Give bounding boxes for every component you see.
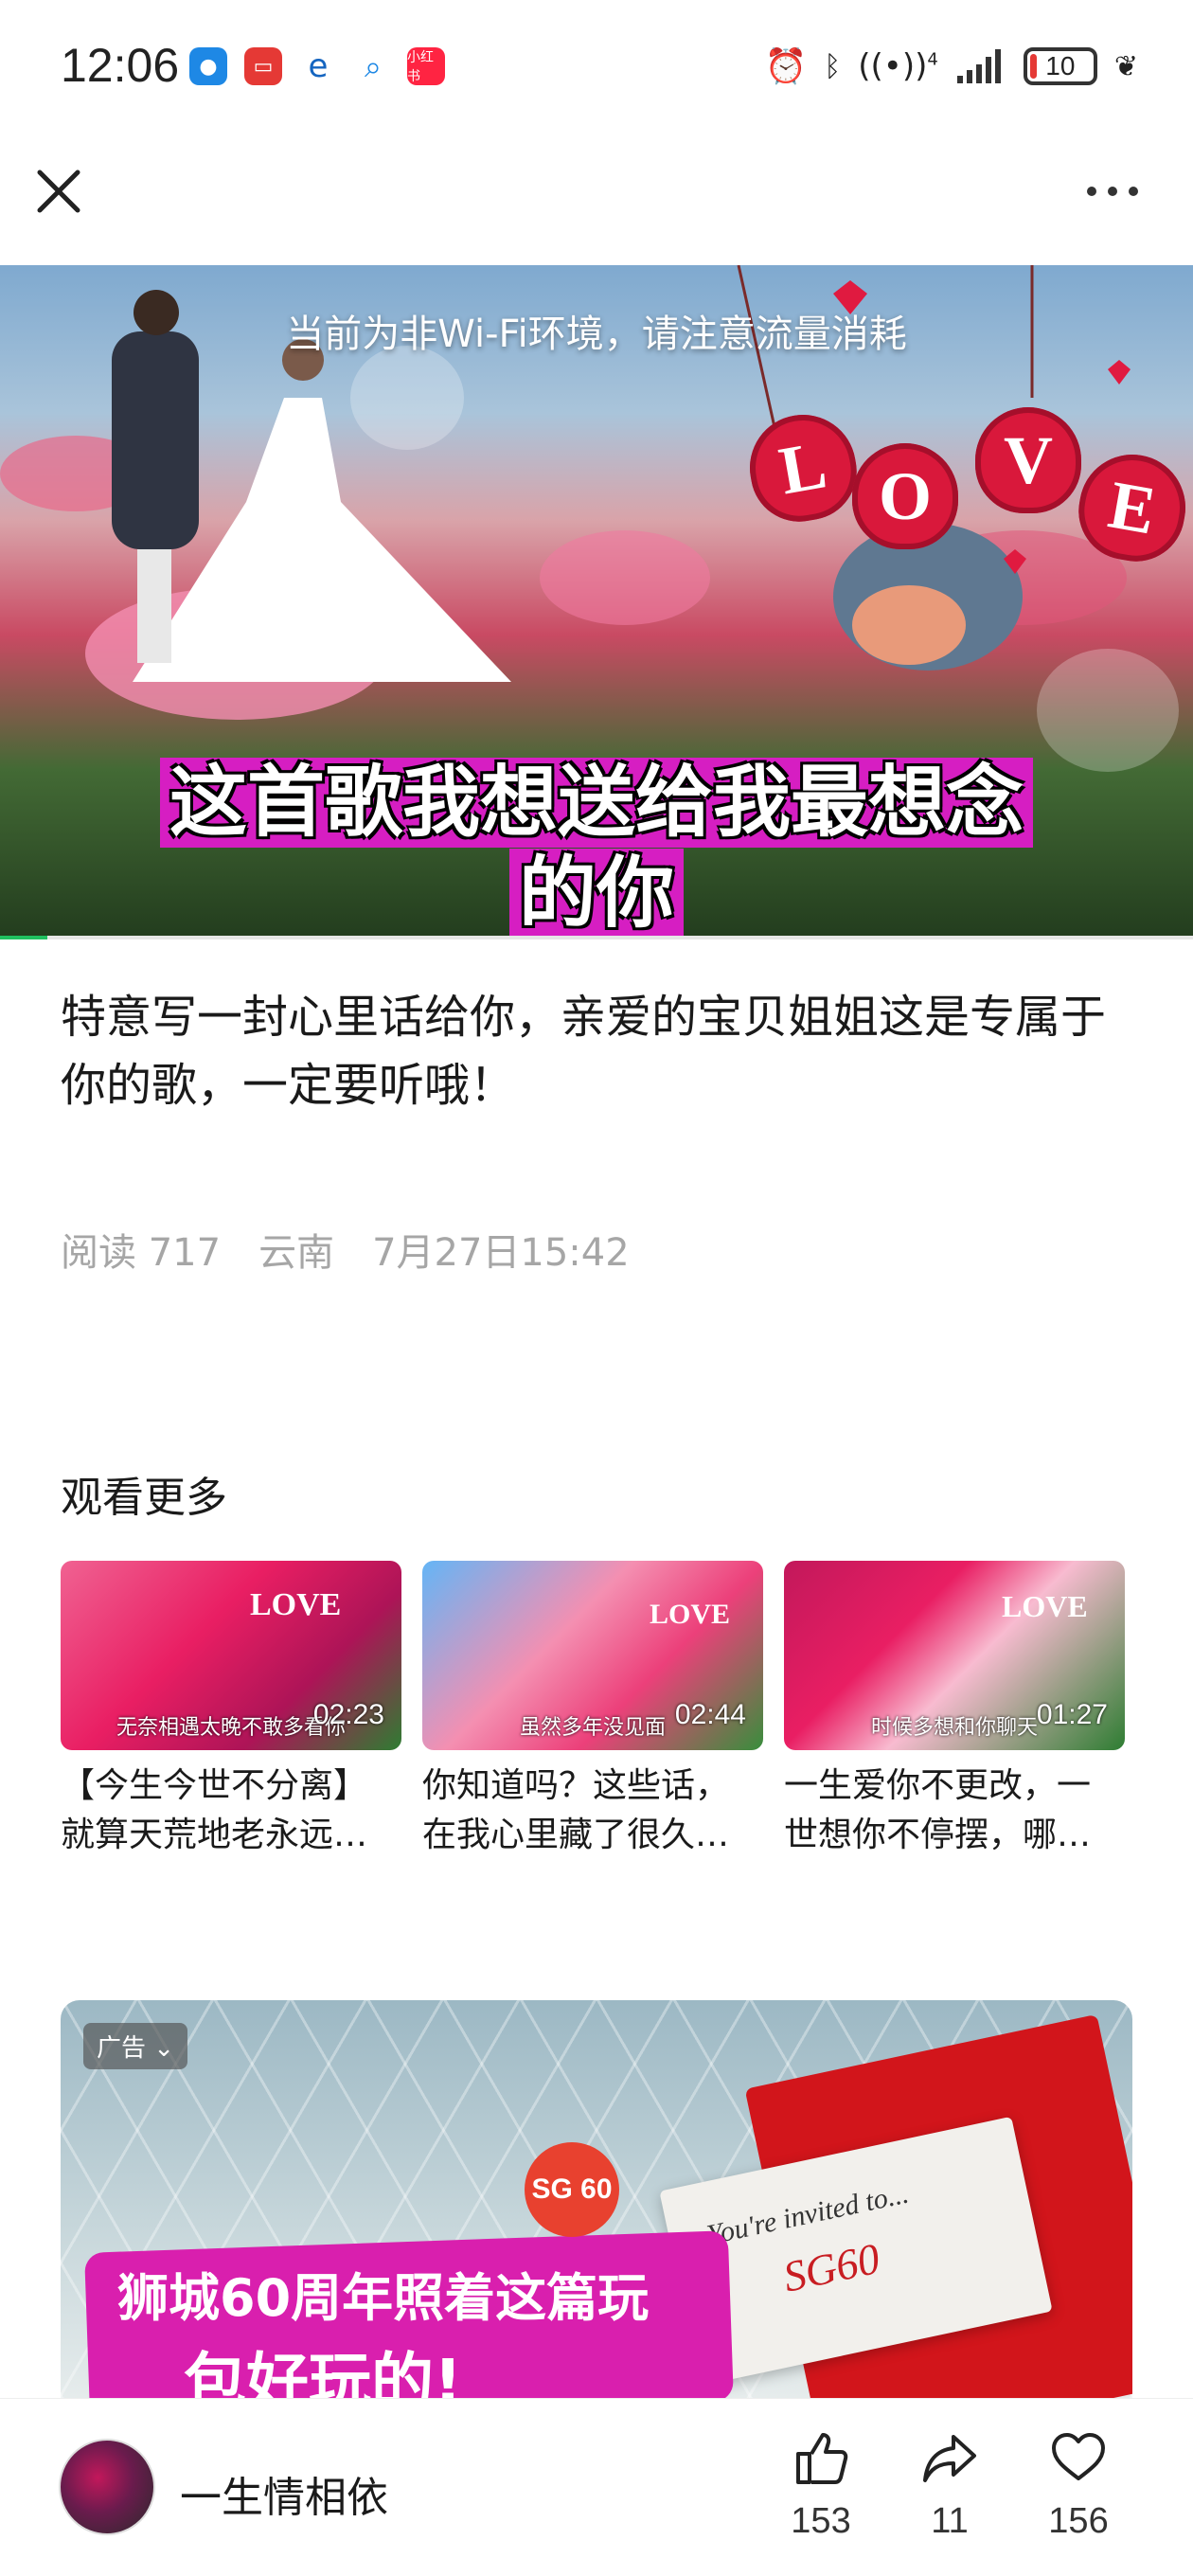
favorite-button[interactable]: 156 (1026, 2427, 1131, 2542)
ad-headline: 狮城60周年照着这篇玩 (117, 2268, 650, 2328)
ad-subline: 包好玩的! (184, 2346, 463, 2398)
share-button[interactable]: 11 (898, 2427, 1002, 2542)
battery-level: 10 (1045, 51, 1076, 80)
signal-icon (956, 49, 1001, 83)
ad-badge[interactable]: 广告 ⌄ (83, 2023, 188, 2069)
ad-banner[interactable]: 广告 ⌄ You're invited to... SG60 SG 60 狮城6… (61, 2000, 1132, 2398)
xiaohongshu-icon: 小红书 (407, 47, 445, 85)
video-title: 【今生今世不分离】 就算天荒地老永远… (61, 1762, 401, 1860)
video-thumbnail: LOVE 时候多想和你聊天 01:27 (784, 1561, 1125, 1750)
video-caption-line1: 这首歌我想送给我最想念 (159, 758, 1033, 848)
search-app-icon: ⌕ (365, 47, 382, 84)
play-overlay-love: LOVE (250, 1587, 342, 1622)
author-avatar[interactable] (59, 2439, 155, 2535)
recommended-video[interactable]: LOVE 无奈相遇太晚不敢多看你 02:23 【今生今世不分离】 就算天荒地老永… (61, 1561, 401, 1860)
video-title-line2: 在我心里藏了很久… (422, 1816, 730, 1854)
status-bar: 12:06 ● ▭ e ⌕ 小红书 ⏰ ᛒ ((•))4 10 ❦ (0, 0, 1193, 133)
like-button[interactable]: 153 (769, 2427, 873, 2542)
hotspot-icon: ((•))4 (858, 47, 938, 85)
more-dot-icon (1129, 187, 1138, 196)
location: 云南 (258, 1231, 335, 1275)
close-button[interactable] (28, 161, 89, 222)
more-dot-icon (1108, 187, 1117, 196)
video-title-line1: 一生爱你不更改，一 (784, 1766, 1092, 1805)
video-caption-line2: 的你 (508, 849, 684, 938)
invitation-line2: SG60 (778, 2233, 884, 2301)
video-title: 你知道吗？这些话， 在我心里藏了很久… (422, 1762, 763, 1860)
status-time: 12:06 (61, 39, 180, 92)
more-options-button[interactable] (1070, 165, 1155, 218)
sg60-logo: SG 60 (525, 2142, 619, 2237)
video-title-line2: 世想你不停摆，哪… (784, 1816, 1092, 1854)
watch-more-heading: 观看更多 (61, 1474, 227, 1522)
video-player[interactable]: L O V E 当前为非Wi-Fi环境，请注意流量消耗 这首歌我想送给我最想念 … (0, 265, 1193, 938)
video-duration: 02:23 (312, 1699, 384, 1730)
recommended-video[interactable]: LOVE 时候多想和你聊天 01:27 一生爱你不更改，一 世想你不停摆，哪… (784, 1561, 1125, 1860)
battery-indicator: 10 (1023, 47, 1097, 85)
favorite-count: 156 (1048, 2501, 1109, 2541)
battery-fill (1029, 54, 1037, 79)
play-overlay-love: LOVE (650, 1599, 731, 1630)
publish-time: 7月27日15:42 (372, 1231, 630, 1275)
video-thumbnail: LOVE 无奈相遇太晚不敢多看你 02:23 (61, 1561, 401, 1750)
video-title-line1: 【今生今世不分离】 (61, 1766, 368, 1805)
invitation-line1: You're invited to... (703, 2177, 912, 2251)
browser-icon: e (308, 47, 329, 85)
share-icon (923, 2435, 976, 2482)
video-caption: 这首歌我想送给我最想念 的你 (114, 758, 1079, 938)
love-heart-v: V (975, 407, 1081, 513)
video-duration: 02:44 (674, 1699, 746, 1730)
love-heart-o: O (852, 443, 958, 549)
bottom-action-bar: 一生情相依 153 11 156 (0, 2398, 1193, 2576)
video-title: 一生爱你不更改，一 世想你不停摆，哪… (784, 1762, 1125, 1860)
network-notice: 当前为非Wi-Fi环境，请注意流量消耗 (286, 313, 907, 356)
leaf-icon: ❦ (1113, 49, 1138, 83)
share-count: 11 (931, 2501, 969, 2541)
thumbs-up-icon (796, 2433, 848, 2484)
chevron-down-icon: ⌄ (153, 2034, 175, 2063)
video-duration: 01:27 (1036, 1699, 1108, 1730)
video-title-line1: 你知道吗？这些话， (422, 1766, 730, 1805)
heart-icon (1052, 2433, 1105, 2480)
read-count: 阅读 717 (61, 1231, 222, 1275)
bluetooth-icon: ᛒ (824, 49, 842, 83)
video-progress-fill (0, 936, 48, 939)
nav-bar (0, 133, 1193, 265)
message-icon: ● (189, 47, 227, 85)
more-dot-icon (1087, 187, 1096, 196)
close-icon (37, 170, 80, 213)
video-thumbnail: LOVE 虽然多年没见面 02:44 (422, 1561, 763, 1750)
status-indicators: ⏰ ᛒ ((•))4 10 ❦ (764, 44, 1138, 89)
play-overlay-love: LOVE (1002, 1589, 1088, 1623)
video-title-line2: 就算天荒地老永远… (61, 1816, 368, 1854)
xiaohongshu-label: 小红书 (407, 50, 434, 84)
signal-label: 4 (927, 49, 938, 70)
video-progress-bar[interactable] (0, 936, 1193, 939)
article-meta: 阅读 717 云南 7月27日15:42 (61, 1222, 630, 1277)
ad-badge-label: 广告 (97, 2034, 147, 2063)
like-count: 153 (791, 2501, 851, 2541)
alarm-icon: ⏰ (764, 47, 808, 86)
author-name[interactable]: 一生情相依 (180, 2463, 388, 2524)
recommended-video[interactable]: LOVE 虽然多年没见面 02:44 你知道吗？这些话， 在我心里藏了很久… (422, 1561, 763, 1860)
article-title: 特意写一封心里话给你，亲爱的宝贝姐姐这是专属于你的歌，一定要听哦！ (61, 991, 1107, 1112)
mail-icon: ▭ (244, 47, 282, 85)
